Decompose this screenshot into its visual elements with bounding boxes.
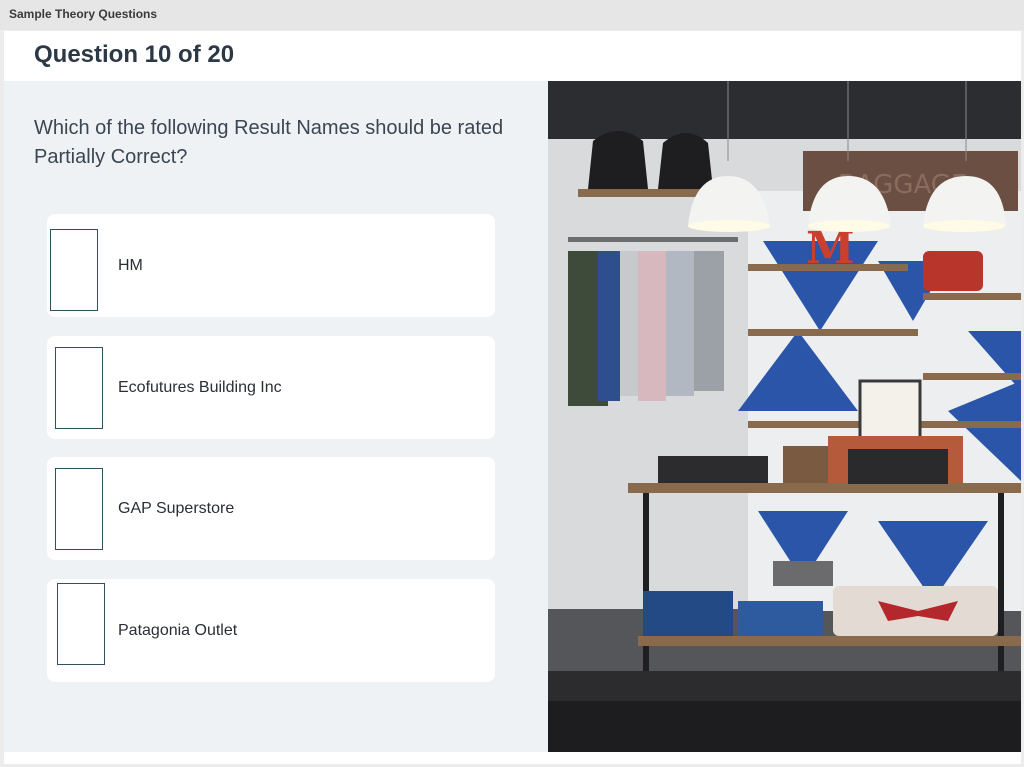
- answer-label-4: Patagonia Outlet: [118, 621, 238, 639]
- question-frame: Question 10 of 20 Which of the following…: [4, 31, 1021, 764]
- question-prompt: Which of the following Result Names shou…: [34, 117, 504, 168]
- answer-checkbox-2[interactable]: [55, 347, 103, 429]
- answer-checkbox-3[interactable]: [55, 468, 103, 550]
- title-bar: Sample Theory Questions: [0, 0, 1024, 30]
- question-counter: Question 10 of 20: [34, 41, 235, 68]
- store-photo: BAGGAGE M: [548, 81, 1021, 752]
- app-title: Sample Theory Questions: [9, 7, 158, 21]
- answer-label-2: Ecofutures Building Inc: [118, 378, 282, 396]
- answer-option-2[interactable]: Ecofutures Building Inc: [47, 336, 495, 439]
- answer-checkbox-4[interactable]: [57, 583, 105, 665]
- answer-option-4[interactable]: Patagonia Outlet: [47, 579, 495, 682]
- answer-checkbox-1[interactable]: [50, 229, 98, 311]
- store-illustration: BAGGAGE M: [548, 81, 1021, 752]
- answer-label-1: HM: [118, 256, 143, 274]
- question-pane: Which of the following Result Names shou…: [4, 81, 548, 752]
- bottom-bar: [4, 752, 1021, 764]
- answer-label-3: GAP Superstore: [118, 499, 235, 517]
- answer-option-1[interactable]: HM: [47, 214, 495, 317]
- answer-option-3[interactable]: GAP Superstore: [47, 457, 495, 560]
